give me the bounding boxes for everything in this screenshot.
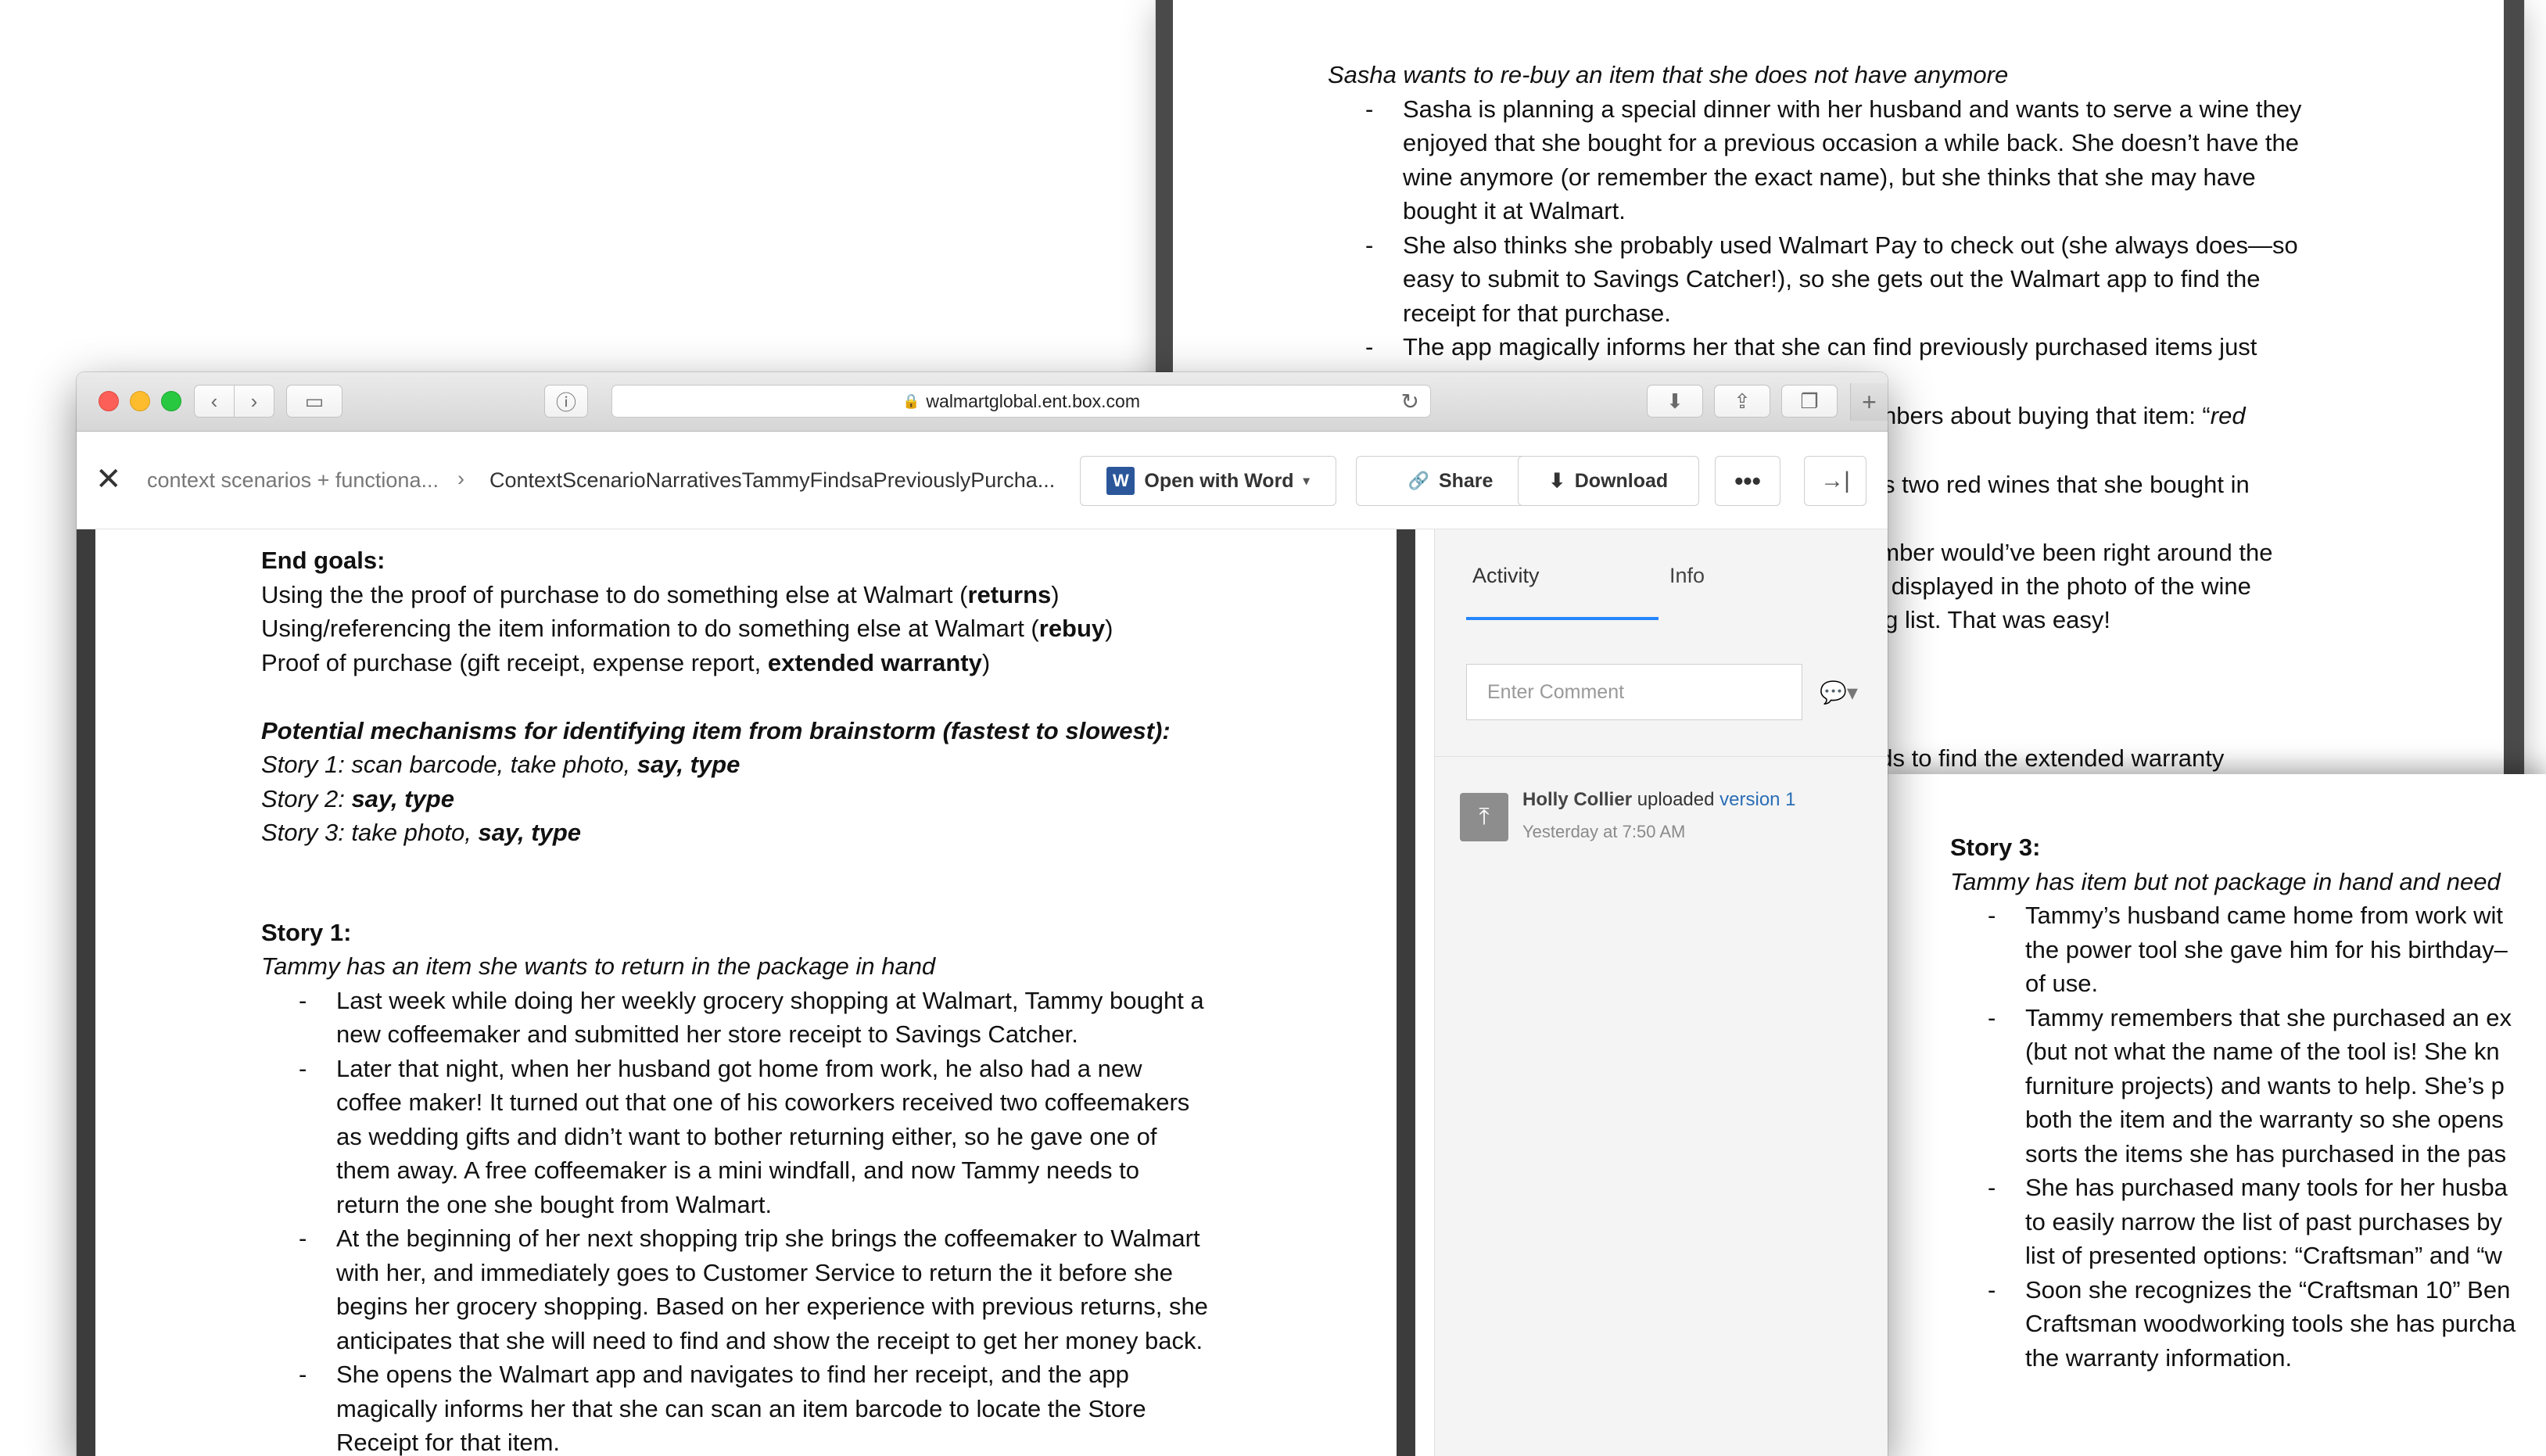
story-1-title: Story 1: (261, 918, 352, 946)
story-3-text: Story 3: Tammy has item but not package … (1950, 830, 2546, 1375)
story-1-bullet: Last week while doing her weekly grocery… (261, 984, 1356, 1052)
story-1-subtitle: Tammy has an item she wants to return in… (261, 952, 936, 980)
sasha-bullet: She also thinks she probably used Walmar… (1328, 228, 2329, 331)
mechanism-line: Story 1: scan barcode, take photo, say, … (261, 751, 740, 778)
activity-sidebar: Activity Info Enter Comment 💬▾ ⤒ Holly C… (1434, 529, 1888, 1456)
download-file-button[interactable]: ⬇ Download (1518, 456, 1699, 506)
sasha-bullet: Sasha is planning a special dinner with … (1328, 92, 2329, 228)
sasha-fragment: ing list. That was easy! (1866, 606, 2111, 633)
collapse-sidebar-icon: →| (1820, 468, 1850, 493)
story-1-bullet: Later that night, when her husband got h… (261, 1052, 1356, 1222)
sidebar-icon: ▭ (304, 389, 325, 413)
goal-line: Proof of purchase (gift receipt, expense… (261, 648, 991, 676)
chevron-left-icon: ‹ (210, 389, 218, 413)
privacy-report-button[interactable]: ⓘ (544, 385, 588, 418)
link-icon: 🔗 (1407, 471, 1429, 490)
sasha-bullets: Sasha is planning a special dinner with … (1328, 92, 2376, 364)
upload-icon: ⤒ (1460, 793, 1508, 841)
mechanism-line: Story 2: say, type (261, 784, 454, 812)
reload-icon[interactable]: ↻ (1401, 389, 1419, 414)
goal-line: Using the the proof of purchase to do so… (261, 580, 1060, 608)
comment-type-icon[interactable]: 💬▾ (1820, 680, 1858, 705)
chevron-right-icon: › (457, 467, 464, 490)
share-button[interactable]: ⇪ (1714, 385, 1770, 418)
sasha-fragment: ember would’ve been right around the (1866, 539, 2273, 566)
uploader-name: Holly Collier (1522, 789, 1633, 810)
sasha-fragment: eds to find the extended warranty (1866, 744, 2225, 772)
info-icon: ⓘ (555, 390, 576, 414)
zoom-window-button[interactable] (161, 391, 181, 411)
forward-button[interactable]: › (234, 385, 274, 418)
share-icon: ⇪ (1734, 389, 1751, 413)
tabs-icon: ❐ (1800, 389, 1819, 413)
activity-timestamp: Yesterday at 7:50 AM (1522, 822, 1686, 841)
sasha-heading: Sasha wants to re-buy an item that she d… (1328, 61, 2009, 88)
sidebar-toggle-button[interactable]: ▭ (286, 385, 342, 418)
activity-entry: Holly Collier uploaded version 1 (1522, 789, 1796, 810)
story-3-bullet: Tammy remembers that she purchased an ex… (1950, 1001, 2546, 1171)
download-label: Download (1574, 469, 1669, 492)
plus-icon: + (1862, 387, 1877, 416)
sasha-fragment: s two red wines that she bought in (1883, 471, 2250, 498)
end-goals-title: End goals: (261, 547, 385, 574)
breadcrumb-current-file: ContextScenarioNarrativesTammyFindsaPrev… (489, 468, 1056, 492)
browser-toolbar: ‹ › ▭ ⓘ 🔒 walmartglobal.ent.box.com ↻ ⬇ … (77, 372, 1888, 432)
document-content: End goals: Using the the proof of purcha… (261, 543, 1356, 1456)
story-1-bullets: Last week while doing her weekly grocery… (261, 984, 1356, 1456)
story-1-bullet: She opens the Walmart app and navigates … (261, 1357, 1356, 1456)
goal-line: Using/referencing the item information t… (261, 615, 1113, 642)
story-1-bullet: At the beginning of her next shopping tr… (261, 1221, 1356, 1357)
chevron-right-icon: › (250, 389, 258, 413)
story-3-bullet: She has purchased many tools for her hus… (1950, 1171, 2546, 1273)
close-window-button[interactable] (99, 391, 119, 411)
word-icon: W (1106, 467, 1135, 495)
background-document-bottom: Story 3: Tammy has item but not package … (1888, 774, 2546, 1456)
active-tab-indicator (1466, 617, 1658, 620)
tab-activity[interactable]: Activity (1472, 564, 1540, 588)
url-text: walmartglobal.ent.box.com (926, 390, 1140, 411)
open-with-word-button[interactable]: W Open with Word ▾ (1080, 456, 1336, 506)
share-label: Share (1438, 469, 1494, 492)
more-options-button[interactable]: ••• (1715, 456, 1780, 506)
story-3-bullet: Tammy’s husband came home from work wit … (1950, 898, 2546, 1001)
comment-input[interactable]: Enter Comment (1466, 664, 1802, 720)
sasha-bullet: The app magically informs her that she c… (1328, 330, 2360, 364)
sasha-fragment: el displayed in the photo of the wine (1866, 572, 2251, 600)
mechanism-line: Story 3: take photo, say, type (261, 819, 581, 846)
download-arrow-icon: ⬇ (1548, 470, 1565, 492)
sasha-fragment: nbers about buying that item: “red (1883, 402, 2246, 429)
story-3-subtitle: Tammy has item but not package in hand a… (1950, 867, 2501, 895)
caret-down-icon: ▾ (1303, 475, 1310, 488)
downloads-button[interactable]: ⬇ (1647, 385, 1703, 418)
divider (1435, 756, 1888, 757)
story-3-bullet: Soon she recognizes the “Craftsman 10” B… (1950, 1273, 2546, 1375)
story-3-title: Story 3: (1950, 834, 2041, 861)
close-icon[interactable]: ✕ (95, 464, 122, 495)
browser-window: ‹ › ▭ ⓘ 🔒 walmartglobal.ent.box.com ↻ ⬇ … (77, 372, 1888, 1456)
open-with-word-label: Open with Word (1144, 469, 1294, 492)
sasha-story-text: Sasha wants to re-buy an item that she d… (1328, 58, 2376, 364)
version-link[interactable]: version 1 (1719, 789, 1795, 810)
box-preview-header: ✕ context scenarios + functiona... › Con… (77, 432, 1888, 529)
address-bar[interactable]: 🔒 walmartglobal.ent.box.com ↻ (611, 385, 1431, 418)
tab-info[interactable]: Info (1669, 564, 1705, 588)
lock-icon: 🔒 (902, 393, 920, 409)
breadcrumb-parent-folder[interactable]: context scenarios + functiona... (147, 468, 439, 493)
document-viewer[interactable]: End goals: Using the the proof of purcha… (77, 529, 1415, 1456)
new-tab-button[interactable]: + (1850, 383, 1888, 421)
document-page: End goals: Using the the proof of purcha… (95, 529, 1397, 1456)
toggle-sidebar-button[interactable]: →| (1804, 456, 1866, 506)
more-icon: ••• (1734, 466, 1761, 495)
show-tabs-button[interactable]: ❐ (1781, 385, 1838, 418)
minimize-window-button[interactable] (130, 391, 150, 411)
back-button[interactable]: ‹ (194, 385, 235, 418)
viewer-frame-right (2504, 0, 2524, 774)
download-circle-icon: ⬇ (1666, 389, 1684, 413)
mechanisms-title: Potential mechanisms for identifying ite… (261, 716, 1171, 744)
share-file-button[interactable]: 🔗 Share (1356, 456, 1545, 506)
story-3-bullets: Tammy’s husband came home from work wit … (1950, 898, 2546, 1375)
